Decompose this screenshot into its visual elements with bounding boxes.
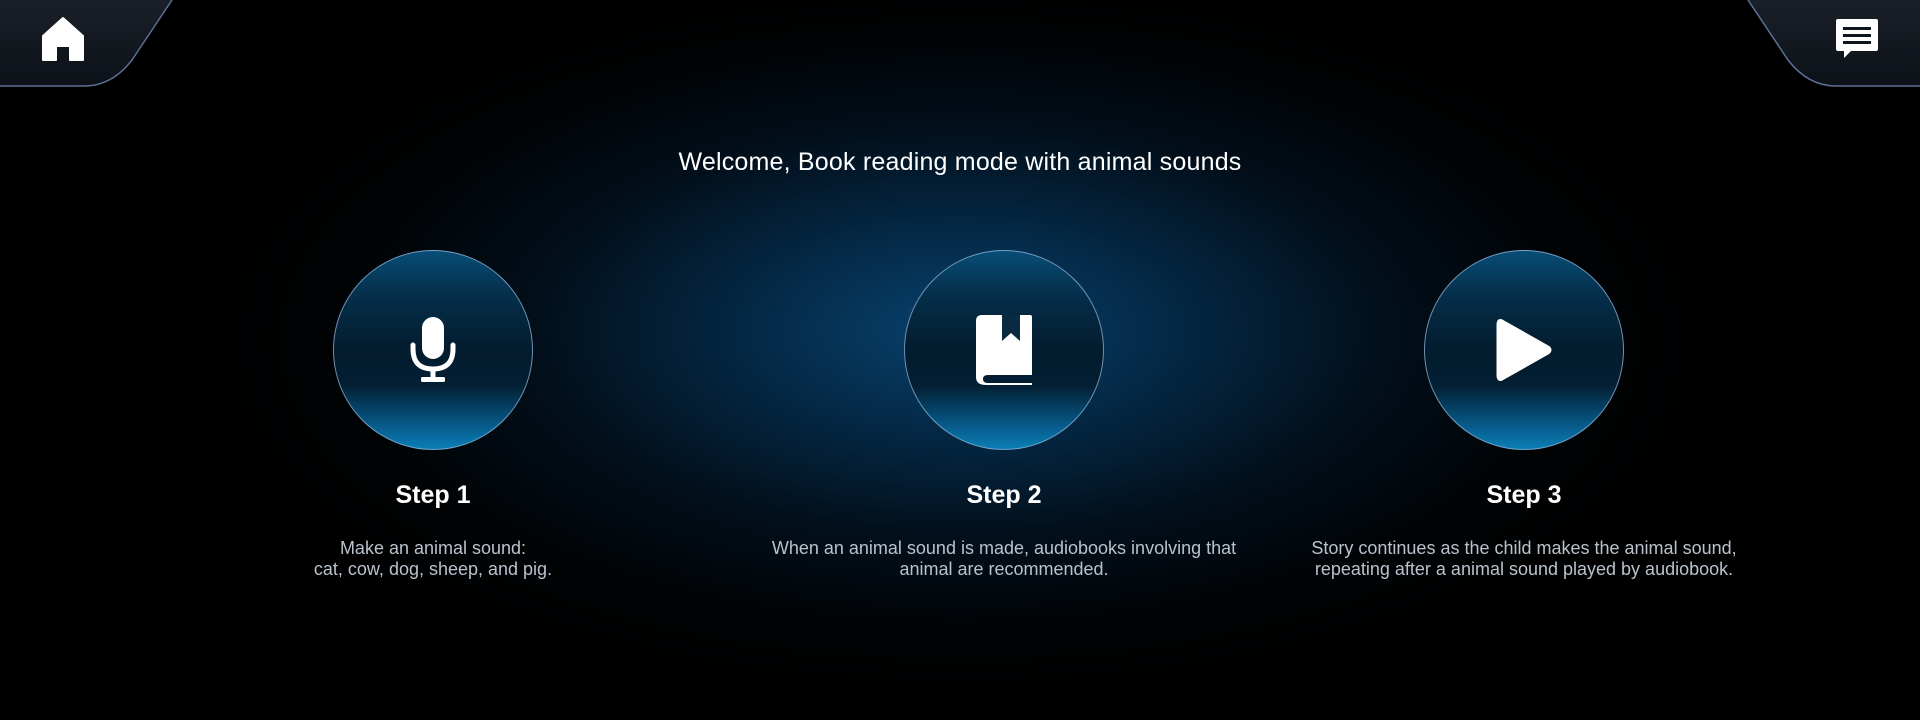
step-card-2: Step 2 When an animal sound is made, aud… xyxy=(744,250,1264,580)
corner-tab-shape-left xyxy=(0,0,173,87)
step-card-3: Step 3 Story continues as the child make… xyxy=(1264,250,1784,580)
step-1-description-line: Make an animal sound: xyxy=(339,538,527,558)
book-icon xyxy=(976,315,1032,385)
step-2-description-line: When an animal sound is made, audiobooks… xyxy=(771,538,1237,558)
step-1-description-line: cat, cow, dog, sheep, and pig. xyxy=(313,559,553,579)
screen: Welcome, Book reading mode with animal s… xyxy=(0,0,1920,720)
step-2-description: When an animal sound is made, audiobooks… xyxy=(744,538,1264,580)
message-icon[interactable] xyxy=(1834,16,1880,62)
home-icon[interactable] xyxy=(40,16,86,62)
messages-corner-tab[interactable] xyxy=(1745,0,1920,88)
microphone-icon xyxy=(410,317,456,382)
step-1-description: Make an animal sound: cat, cow, dog, she… xyxy=(173,538,693,580)
play-icon xyxy=(1496,319,1552,381)
step-3-description-line: Story continues as the child makes the a… xyxy=(1311,538,1737,558)
step-2-circle[interactable] xyxy=(904,250,1104,450)
step-3-label: Step 3 xyxy=(1486,481,1562,509)
step-3-description: Story continues as the child makes the a… xyxy=(1264,538,1784,580)
step-1-label: Step 1 xyxy=(395,481,471,509)
home-corner-tab[interactable] xyxy=(0,0,175,88)
step-card-1: Step 1 Make an animal sound: cat, cow, d… xyxy=(173,250,693,580)
step-3-circle[interactable] xyxy=(1424,250,1624,450)
step-1-circle[interactable] xyxy=(333,250,533,450)
corner-tab-shape-right xyxy=(1747,0,1920,87)
page-title: Welcome, Book reading mode with animal s… xyxy=(678,148,1242,176)
step-2-description-line: animal are recommended. xyxy=(899,559,1109,579)
step-2-label: Step 2 xyxy=(966,481,1042,509)
step-3-description-line: repeating after a animal sound played by… xyxy=(1314,559,1734,579)
